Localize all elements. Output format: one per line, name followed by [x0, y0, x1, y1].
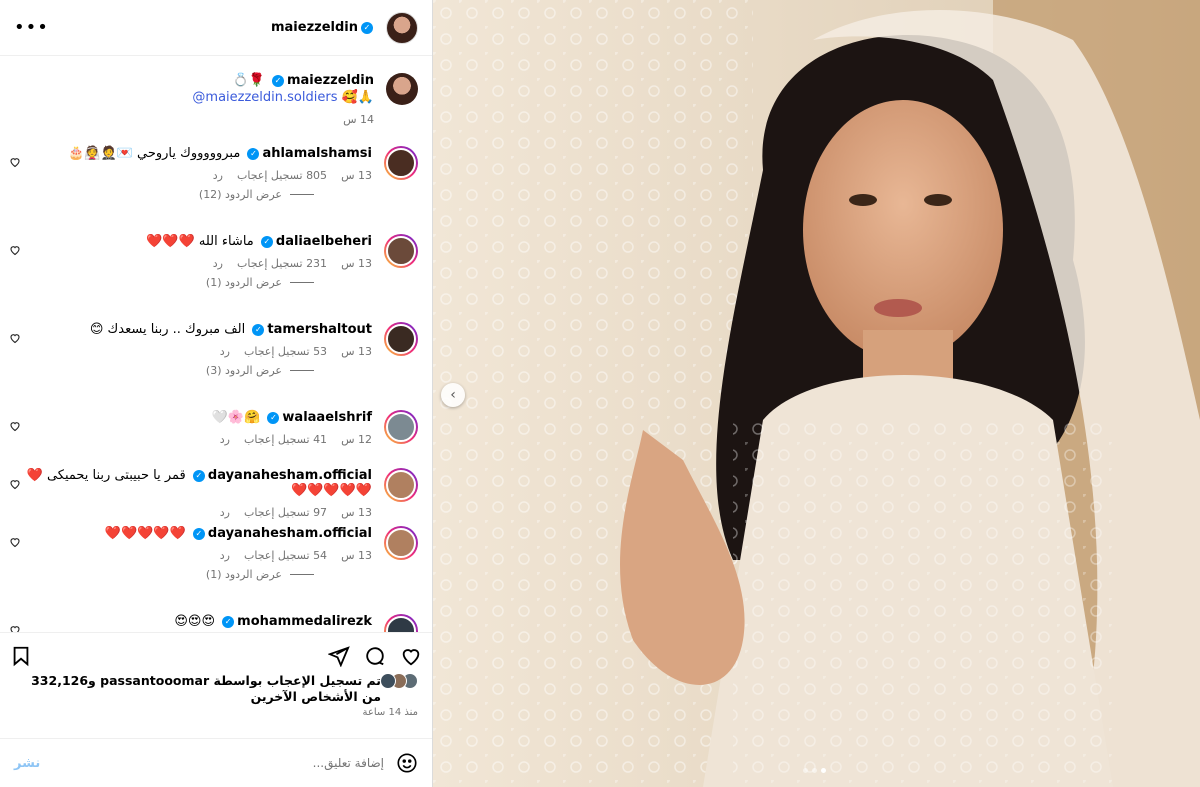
author-avatar[interactable] — [386, 11, 418, 44]
comment-like-count[interactable]: 97 تسجيل إعجاب — [244, 506, 327, 519]
post-caption: maiezzeldin✓ 🌹💍 🙏🥰 @maiezzeldin.soldiers… — [0, 57, 432, 135]
comment-like-heart-icon[interactable] — [9, 332, 21, 344]
comment-row: dayanahesham.official✓ قمر يا حبيبتى ربن… — [0, 468, 432, 519]
comment-like-count[interactable]: 53 تسجيل إعجاب — [244, 345, 327, 358]
commenter-avatar[interactable] — [384, 410, 418, 444]
reply-button[interactable]: رد — [220, 549, 230, 562]
add-comment-bar: نشر — [0, 738, 432, 787]
carousel-dot — [812, 768, 817, 773]
reply-button[interactable]: رد — [213, 169, 223, 182]
instagram-post-viewer: maiezzeldin ✓ ••• maiezzeldin✓ 🌹💍 🙏🥰 @mai… — [0, 0, 1200, 787]
commenter-username[interactable]: tamershaltout✓ — [249, 322, 372, 337]
verified-badge-icon: ✓ — [247, 147, 260, 160]
carousel-dot-active — [821, 768, 826, 773]
comment-like-count[interactable]: 231 تسجيل إعجاب — [237, 257, 327, 270]
comment-text: ❤️❤️❤️❤️❤️ — [104, 526, 186, 541]
comment-like-count[interactable]: 54 تسجيل إعجاب — [244, 549, 327, 562]
carousel-prev-button[interactable]: ‹ — [441, 383, 465, 407]
commenter-avatar[interactable] — [384, 146, 418, 180]
commenter-avatar[interactable] — [384, 234, 418, 268]
caption-time[interactable]: 14 س — [343, 113, 374, 126]
verified-badge-icon: ✓ — [222, 615, 235, 628]
verified-badge-icon: ✓ — [192, 527, 205, 540]
comment-text: الف مبروك .. ربنا يسعدك 😊 — [89, 322, 246, 337]
comment-bubble-icon[interactable] — [364, 645, 386, 667]
post-comment-button[interactable]: نشر — [14, 756, 40, 771]
comment-text: ماشاء الله ❤️❤️❤️ — [146, 234, 254, 249]
comment-like-count[interactable]: 805 تسجيل إعجاب — [237, 169, 327, 182]
comment-row: tamershaltout✓ الف مبروك .. ربنا يسعدك 😊… — [0, 322, 432, 377]
reply-button[interactable]: رد — [220, 345, 230, 358]
posted-time[interactable]: منذ 14 ساعة — [0, 705, 432, 718]
reply-button[interactable]: رد — [220, 433, 230, 446]
commenter-username[interactable]: mohammedalirezk✓ — [219, 614, 372, 629]
view-replies-button[interactable]: عرض الردود (1) — [14, 562, 314, 581]
comment-like-heart-icon[interactable] — [9, 156, 21, 168]
comment-time[interactable]: 13 س — [341, 506, 372, 519]
caption-author-avatar[interactable] — [386, 73, 418, 105]
comment-time[interactable]: 13 س — [341, 169, 372, 182]
save-bookmark-icon[interactable] — [10, 645, 32, 667]
commenter-username[interactable]: walaaelshrif✓ — [264, 410, 372, 425]
comment-like-count[interactable]: 41 تسجيل إعجاب — [244, 433, 327, 446]
view-replies-button[interactable]: عرض الردود (12) — [14, 182, 314, 201]
reply-button[interactable]: رد — [213, 257, 223, 270]
comment-text: 😍😍😍 — [174, 614, 216, 629]
commenter-username[interactable]: dayanahesham.official✓ — [190, 526, 372, 541]
comment-row: daliaelbeheri✓ ماشاء الله ❤️❤️❤️ 13 س 23… — [0, 234, 432, 289]
verified-badge-icon: ✓ — [192, 469, 205, 482]
comment-row: walaaelshrif✓ 🤗🌸🤍 12 س 41 تسجيل إعجاب رد — [0, 410, 432, 446]
caption-emoji: 🌹💍 — [232, 73, 265, 88]
more-options-icon[interactable]: ••• — [14, 17, 49, 38]
author-username[interactable]: maiezzeldin ✓ — [271, 20, 376, 35]
comment-time[interactable]: 12 س — [341, 433, 372, 446]
caption-author-username[interactable]: maiezzeldin✓ — [269, 73, 374, 88]
comment-row: mohammedalirezk✓ 😍😍😍 تسجيل إعجاب رد — [0, 614, 432, 632]
comment-like-heart-icon[interactable] — [9, 624, 21, 632]
verified-badge-icon: ✓ — [271, 74, 284, 87]
comment-like-heart-icon[interactable] — [9, 536, 21, 548]
comments-list[interactable]: maiezzeldin✓ 🌹💍 🙏🥰 @maiezzeldin.soldiers… — [0, 57, 432, 632]
commenter-avatar[interactable] — [384, 614, 418, 632]
reply-button[interactable]: رد — [220, 506, 230, 519]
comments-panel: maiezzeldin ✓ ••• maiezzeldin✓ 🌹💍 🙏🥰 @mai… — [0, 0, 433, 787]
like-heart-icon[interactable] — [400, 645, 422, 667]
verified-badge-icon: ✓ — [267, 411, 280, 424]
comment-row: dayanahesham.official✓ ❤️❤️❤️❤️❤️ 13 س 5… — [0, 526, 432, 581]
verified-badge-icon: ✓ — [260, 235, 273, 248]
post-actions: تم تسجيل الإعجاب بواسطة passantooomar و3… — [0, 632, 432, 738]
commenter-avatar[interactable] — [384, 322, 418, 356]
share-send-icon[interactable] — [328, 645, 350, 667]
comment-like-heart-icon[interactable] — [9, 420, 21, 432]
comment-text: مبروووووك ياروحي 💌🤵👰🎂 — [68, 146, 241, 161]
commenter-avatar[interactable] — [384, 468, 418, 502]
carousel-dot — [803, 768, 808, 773]
commenter-username[interactable]: dayanahesham.official✓ — [190, 468, 372, 483]
likes-summary[interactable]: تم تسجيل الإعجاب بواسطة passantooomar و3… — [0, 667, 432, 705]
verified-badge-icon: ✓ — [252, 323, 265, 336]
view-replies-button[interactable]: عرض الردود (3) — [14, 358, 314, 377]
comment-time[interactable]: 13 س — [341, 549, 372, 562]
liker-avatars — [380, 673, 418, 705]
commenter-avatar[interactable] — [384, 526, 418, 560]
caption-mention-link[interactable]: @maiezzeldin.soldiers — [192, 90, 337, 105]
post-header: maiezzeldin ✓ ••• — [0, 0, 432, 56]
add-comment-input[interactable] — [52, 756, 384, 770]
comment-time[interactable]: 13 س — [341, 345, 372, 358]
comment-time[interactable]: 13 س — [341, 257, 372, 270]
view-replies-button[interactable]: عرض الردود (1) — [14, 270, 314, 289]
emoji-picker-icon[interactable] — [396, 752, 418, 774]
commenter-username[interactable]: daliaelbeheri✓ — [258, 234, 372, 249]
verified-badge-icon: ✓ — [361, 21, 373, 34]
post-photo[interactable]: ‹ — [433, 0, 1200, 787]
comment-row: ahlamalshamsi✓ مبروووووك ياروحي 💌🤵👰🎂 13 … — [0, 146, 432, 201]
likes-summary-text: تم تسجيل الإعجاب بواسطة passantooomar و3… — [31, 673, 381, 704]
comment-text: 🤗🌸🤍 — [211, 410, 261, 425]
comment-like-heart-icon[interactable] — [9, 244, 21, 256]
photo-image — [433, 0, 1200, 787]
caption-emoji-2: 🙏🥰 — [341, 90, 374, 105]
carousel-dots — [803, 768, 826, 773]
commenter-username[interactable]: ahlamalshamsi✓ — [244, 146, 372, 161]
comment-like-heart-icon[interactable] — [9, 478, 21, 490]
